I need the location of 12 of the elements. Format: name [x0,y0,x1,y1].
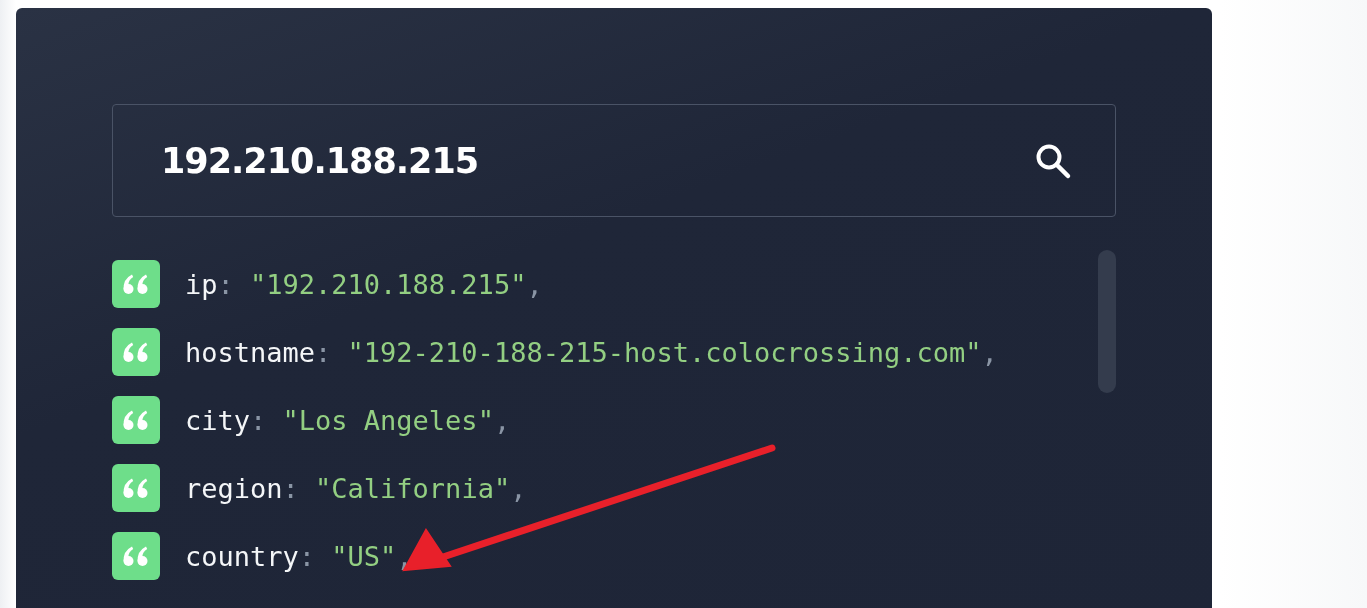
quote-icon [112,328,160,376]
quote-icon [112,260,160,308]
code-line: hostname: "192-210-188-215-host.colocrossing.com", [185,336,998,368]
search-icon[interactable] [1034,142,1072,180]
code-line: country: "US", [185,540,413,572]
quote-icon [112,396,160,444]
code-line: city: "Los Angeles", [185,404,511,436]
search-field[interactable]: 192.210.188.215 [112,104,1116,217]
code-line: ip: "192.210.188.215", [185,268,543,300]
code-line: region: "California", [185,472,527,504]
quote-icon [112,532,160,580]
quote-icon [112,464,160,512]
